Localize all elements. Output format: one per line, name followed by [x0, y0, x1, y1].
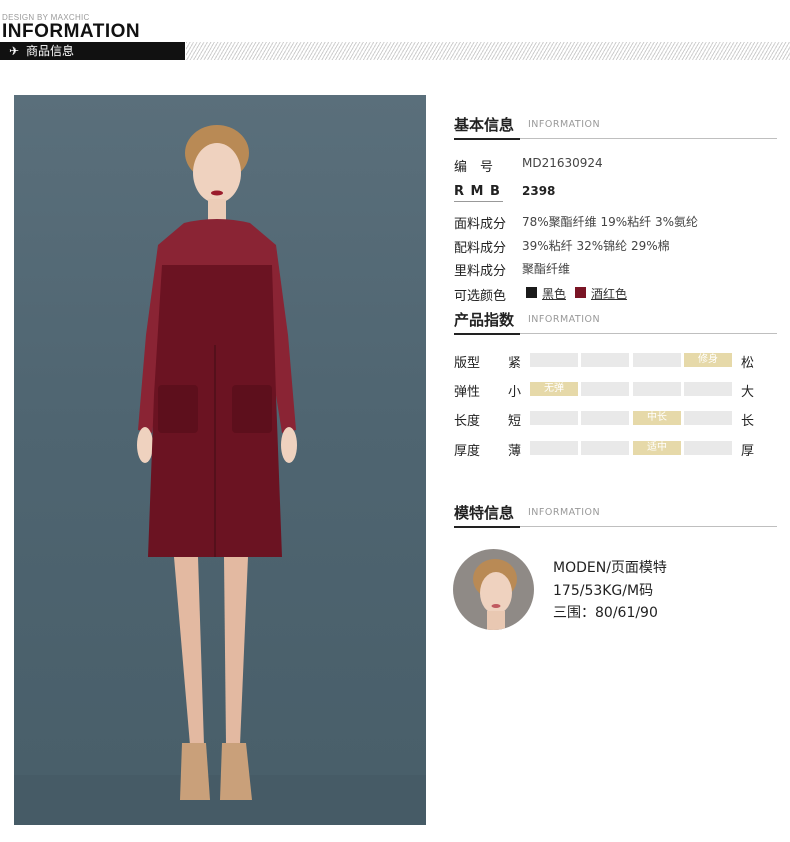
page-title: INFORMATION [2, 21, 141, 42]
index-cell [684, 382, 732, 396]
index-cell-selected: 无弹 [530, 382, 578, 396]
index-row-min-label: 短 [508, 414, 522, 429]
index-cell [581, 353, 629, 367]
model-avatar [453, 549, 534, 630]
product-index-subtitle: INFORMATION [528, 314, 601, 325]
model-info-subtitle: INFORMATION [528, 507, 601, 518]
section-bar-label: 商品信息 [26, 44, 75, 58]
index-cell-selected: 适中 [633, 441, 681, 455]
model-illustration [14, 125, 426, 825]
index-cell [684, 441, 732, 455]
trim-label: 配料成分 [454, 241, 507, 256]
color-option-black[interactable]: 黑色 [542, 285, 566, 302]
price-value: 2398 [522, 184, 556, 198]
index-row-label: 厚度 [454, 444, 481, 459]
lining-label: 里料成分 [454, 264, 507, 279]
basic-info-title: 基本信息 [454, 116, 515, 134]
index-cell [530, 441, 578, 455]
index-row-max-label: 长 [741, 414, 755, 429]
divider-accent [454, 333, 520, 335]
index-row-max-label: 松 [741, 356, 755, 371]
index-cell-selected: 中长 [633, 411, 681, 425]
price-underline [454, 201, 503, 202]
color-option-wine-red[interactable]: 酒红色 [591, 285, 627, 302]
model-name: MODEN/页面模特 [553, 560, 667, 576]
product-index-title: 产品指数 [454, 311, 515, 329]
divider-accent [454, 526, 520, 528]
index-row-max-label: 厚 [741, 444, 755, 459]
basic-info-subtitle: INFORMATION [528, 119, 601, 130]
code-value: MD21630924 [522, 156, 603, 170]
index-row-min-label: 薄 [508, 444, 522, 459]
plane-icon: ✈ [9, 44, 20, 58]
trim-value: 39%粘纤 32%锦纶 29%棉 [522, 239, 670, 253]
colors-label: 可选颜色 [454, 289, 507, 304]
model-info-title: 模特信息 [454, 504, 515, 522]
index-cell [530, 411, 578, 425]
index-row-min-label: 紧 [508, 356, 522, 371]
index-row-label: 长度 [454, 414, 481, 429]
index-cell [581, 441, 629, 455]
fabric-value: 78%聚酯纤维 19%粘纤 3%氨纶 [522, 215, 699, 229]
color-swatch-wine-red[interactable] [575, 287, 586, 298]
index-cell [581, 411, 629, 425]
model-size: 175/53KG/M码 [553, 583, 654, 599]
index-row-max-label: 大 [741, 385, 755, 400]
index-cell [581, 382, 629, 396]
index-row-min-label: 小 [508, 385, 522, 400]
decorative-stripes [186, 42, 790, 60]
index-cell [684, 411, 732, 425]
product-photo [14, 95, 426, 825]
lining-value: 聚酯纤维 [522, 262, 571, 276]
color-swatch-black[interactable] [526, 287, 537, 298]
fabric-label: 面料成分 [454, 217, 507, 232]
index-cell [530, 353, 578, 367]
index-cell-selected: 修身 [684, 353, 732, 367]
index-row-label: 版型 [454, 356, 481, 371]
model-measurements: 三围：80/61/90 [553, 605, 658, 621]
index-row-label: 弹性 [454, 385, 481, 400]
index-cell [633, 353, 681, 367]
code-label: 编 号 [454, 160, 494, 175]
price-label: R M B [454, 184, 501, 199]
divider-accent [454, 138, 520, 140]
index-cell [633, 382, 681, 396]
